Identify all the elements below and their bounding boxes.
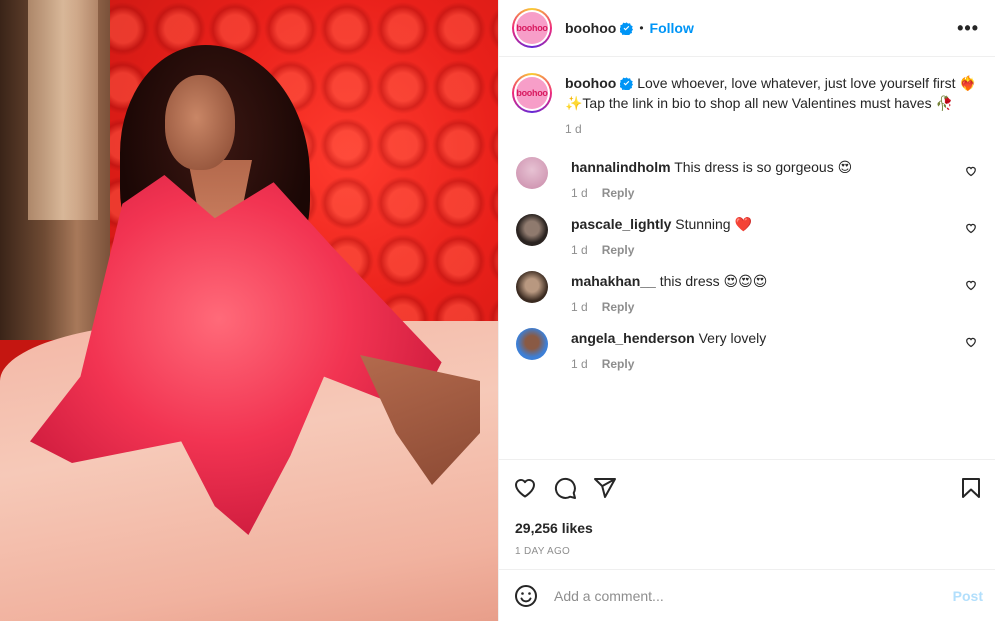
heart-icon[interactable] — [513, 476, 537, 500]
likes-count[interactable]: 29,256 likes — [513, 520, 983, 536]
comment-item: angela_henderson Very lovely 1 d Reply — [512, 328, 979, 372]
comment-item: pascale_lightly Stunning ❤️ 1 d Reply — [512, 214, 979, 258]
comment-username[interactable]: pascale_lightly — [571, 216, 671, 232]
comment-time[interactable]: 1 d — [571, 186, 588, 200]
emoji-icon[interactable] — [514, 584, 538, 608]
commenter-avatar[interactable] — [516, 214, 548, 246]
comment-text: Stunning ❤️ — [671, 216, 752, 232]
boohoo-logo: boohoo — [516, 77, 548, 109]
model-face — [165, 75, 235, 170]
reply-button[interactable]: Reply — [602, 186, 635, 200]
comment-text: This dress is so gorgeous 😍 — [670, 159, 853, 175]
commenter-avatar[interactable] — [516, 157, 548, 189]
caption-time[interactable]: 1 d — [565, 122, 582, 136]
post-comment-button[interactable]: Post — [953, 588, 983, 604]
comment-time[interactable]: 1 d — [571, 300, 588, 314]
comment-time[interactable]: 1 d — [571, 243, 588, 257]
more-options-icon[interactable]: ••• — [957, 18, 979, 39]
header-username[interactable]: boohoo — [565, 20, 616, 36]
comment-item: hannalindholm This dress is so gorgeous … — [512, 157, 979, 201]
add-comment-bar: Post — [499, 569, 995, 621]
caption-username[interactable]: boohoo — [565, 75, 616, 91]
post-side-panel: boohoo boohoo • Follow ••• boohoo boohoo… — [498, 0, 995, 621]
comment-text: this dress 😍😍😍 — [655, 273, 768, 289]
post-header: boohoo boohoo • Follow ••• — [499, 0, 995, 57]
boohoo-logo: boohoo — [516, 12, 548, 44]
background-door — [28, 0, 98, 220]
comment-time[interactable]: 1 d — [571, 357, 588, 371]
comment-text: Very lovely — [694, 330, 767, 346]
comment-username[interactable]: angela_henderson — [571, 330, 695, 346]
comment-username[interactable]: mahakhan__ — [571, 273, 656, 289]
commenter-avatar[interactable] — [516, 271, 548, 303]
comment-input[interactable] — [554, 587, 953, 604]
comment-like-heart-icon[interactable] — [965, 222, 977, 234]
post-actions: 29,256 likes 1 DAY AGO — [499, 459, 995, 569]
follow-button[interactable]: Follow — [650, 20, 694, 36]
commenter-avatar[interactable] — [516, 328, 548, 360]
reply-button[interactable]: Reply — [602, 300, 635, 314]
comment-like-heart-icon[interactable] — [965, 165, 977, 177]
reply-button[interactable]: Reply — [602, 243, 635, 257]
instagram-post: boohoo boohoo • Follow ••• boohoo boohoo… — [0, 0, 995, 621]
account-avatar[interactable]: boohoo — [512, 8, 552, 48]
post-timestamp[interactable]: 1 DAY AGO — [513, 546, 983, 557]
comment-like-heart-icon[interactable] — [965, 336, 977, 348]
verified-badge-icon — [620, 21, 634, 35]
share-icon[interactable] — [593, 476, 617, 500]
reply-button[interactable]: Reply — [602, 357, 635, 371]
comment-like-heart-icon[interactable] — [965, 279, 977, 291]
verified-badge-icon — [620, 77, 634, 90]
comment-item: mahakhan__ this dress 😍😍😍 1 d Reply — [512, 271, 979, 315]
comment-icon[interactable] — [553, 476, 577, 500]
post-photo[interactable] — [0, 0, 498, 621]
comment-username[interactable]: hannalindholm — [571, 159, 671, 175]
comments-list: boohoo boohoo Love whoever, love whateve… — [499, 57, 995, 459]
caption-avatar[interactable]: boohoo — [512, 73, 552, 113]
separator-dot: • — [639, 21, 644, 35]
bookmark-icon[interactable] — [959, 476, 983, 500]
post-caption: boohoo boohoo Love whoever, love whateve… — [512, 73, 979, 137]
